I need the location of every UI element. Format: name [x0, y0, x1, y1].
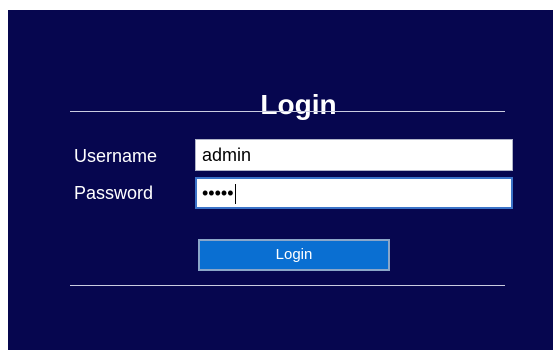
- password-label: Password: [74, 183, 154, 203]
- password-value: •••••: [202, 183, 234, 203]
- login-panel: Login Username admin Password ••••• Logi…: [8, 10, 553, 350]
- text-caret: [234, 184, 236, 205]
- divider-top: [70, 111, 505, 112]
- username-label: Username: [74, 146, 158, 166]
- divider-bottom: [70, 285, 505, 286]
- username-field[interactable]: admin: [195, 139, 513, 171]
- login-title: Login: [260, 89, 337, 120]
- password-field[interactable]: •••••: [195, 177, 513, 209]
- username-value: admin: [202, 145, 252, 165]
- login-button[interactable]: Login: [198, 239, 390, 271]
